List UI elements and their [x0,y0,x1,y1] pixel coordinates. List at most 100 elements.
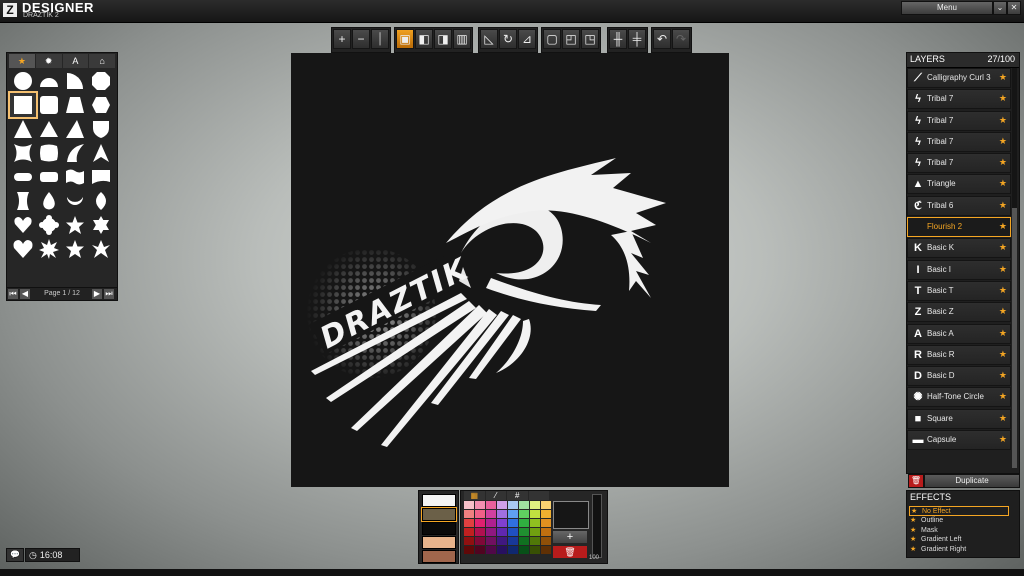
layer-row[interactable]: R Basic R ★ [907,344,1011,365]
palette-color[interactable] [497,528,507,536]
rotate-icon[interactable]: ↻ [499,29,517,49]
arrow-up-shape[interactable] [88,141,114,165]
redo-icon[interactable]: ↷ [672,29,690,49]
favorite-star-icon[interactable]: ★ [999,349,1007,360]
palette-color[interactable] [508,519,518,527]
palette-color[interactable] [497,537,507,545]
palette-color[interactable] [508,537,518,545]
swatch-black[interactable] [422,522,456,535]
flag-shape[interactable] [62,165,88,189]
crescent-shape[interactable] [62,189,88,213]
swatch-skin[interactable] [422,536,456,549]
capsule-shape[interactable] [10,165,36,189]
star-of-david-shape[interactable] [88,213,114,237]
palette-color[interactable] [464,510,474,518]
rounded-square-shape[interactable] [36,93,62,117]
circle-shape[interactable] [10,69,36,93]
palette-color[interactable] [541,528,551,536]
layer-row[interactable]: D Basic D ★ [907,366,1011,387]
hourglass-shape[interactable] [10,189,36,213]
heart-shape[interactable] [10,213,36,237]
palette-color[interactable] [519,510,529,518]
design-canvas[interactable]: DRAZTIK [291,53,729,487]
effect-item[interactable]: ★ Mask [909,526,1009,536]
pillow-shape[interactable] [36,141,62,165]
opacity-slider[interactable] [592,494,602,558]
wave-flag-shape[interactable] [88,165,114,189]
layer-row[interactable]: Flourish 2 ★ [907,217,1011,238]
bar-icon[interactable]: ⏐ [371,29,389,49]
palette-color[interactable] [519,546,529,554]
palette-color[interactable] [486,510,496,518]
right-triangle-shape[interactable] [62,117,88,141]
duplicate-button[interactable]: Duplicate [924,474,1020,488]
palette-color[interactable] [486,501,496,509]
palette-color[interactable] [508,546,518,554]
layer-row[interactable]: ▲ Triangle ★ [907,174,1011,195]
palette-color[interactable] [475,537,485,545]
layers-scroll-thumb[interactable] [1012,208,1017,468]
favorite-star-icon[interactable]: ★ [999,242,1007,253]
palette-color[interactable] [541,519,551,527]
layer-row[interactable]: Z Basic Z ★ [907,302,1011,323]
favorite-star-icon[interactable]: ★ [999,434,1007,445]
delete-color-button[interactable]: 🗑 [553,546,587,558]
layer-row[interactable]: T Basic T ★ [907,280,1011,301]
palette-color[interactable] [464,537,474,545]
prev-page-icon[interactable]: ◀ [20,289,30,299]
favorite-star-icon[interactable]: ★ [999,306,1007,317]
close-icon[interactable]: ✕ [1007,1,1021,15]
plus-icon[interactable]: + [333,29,351,49]
curve-shape[interactable] [62,141,88,165]
favorite-star-icon[interactable]: ★ [999,200,1007,211]
palette-color[interactable] [519,519,529,527]
perspective-icon[interactable]: ⊿ [518,29,536,49]
palette-color[interactable] [519,537,529,545]
effect-item[interactable]: ★ No Effect [909,506,1009,516]
layer-row[interactable]: ✺ Half-Tone Circle ★ [907,387,1011,408]
palette-color[interactable] [497,501,507,509]
favorite-star-icon[interactable]: ★ [999,136,1007,147]
palette-color[interactable] [530,519,540,527]
concave-star-shape[interactable] [10,141,36,165]
palette-color[interactable] [519,501,529,509]
drop-shape[interactable] [36,189,62,213]
flower-shape[interactable] [36,213,62,237]
layer-row[interactable]: ϟ Tribal 7 ★ [907,131,1011,152]
layer-row[interactable]: ϟ Tribal 7 ★ [907,153,1011,174]
layer-row[interactable]: ϟ Tribal 7 ★ [907,89,1011,110]
lens-shape[interactable] [88,189,114,213]
favorite-star-icon[interactable]: ★ [999,328,1007,339]
palette-tab-hex[interactable]: # [507,491,528,500]
flip-vertical-icon[interactable]: ╪ [628,29,646,49]
layer-back-icon[interactable]: ◨ [434,29,452,49]
palette-color[interactable] [475,510,485,518]
palette-color[interactable] [464,501,474,509]
flip-horizontal-icon[interactable]: ╫ [609,29,627,49]
star-shape[interactable] [62,213,88,237]
palette-color[interactable] [530,510,540,518]
tab-favorites[interactable]: ★ [9,54,35,68]
palette-color[interactable] [486,528,496,536]
tab-ornaments[interactable]: ✹ [35,54,62,68]
palette-color[interactable] [464,546,474,554]
palette-color[interactable] [508,501,518,509]
effect-item[interactable]: ★ Outline [909,516,1009,526]
swatch-white[interactable] [422,494,456,507]
last-page-icon[interactable]: ⏭ [104,289,114,299]
favorite-star-icon[interactable]: ★ [999,72,1007,83]
octagon-shape[interactable] [88,69,114,93]
palette-color[interactable] [508,510,518,518]
favorite-star-icon[interactable]: ★ [999,264,1007,275]
palette-color[interactable] [497,510,507,518]
palette-color[interactable] [486,546,496,554]
minus-icon[interactable]: − [352,29,370,49]
align-center-icon[interactable]: ▢ [543,29,561,49]
shield-shape[interactable] [88,117,114,141]
favorite-star-icon[interactable]: ★ [999,221,1007,232]
layer-split-icon[interactable]: ▥ [453,29,471,49]
palette-color[interactable] [508,528,518,536]
layer-row[interactable]: ℭ Tribal 6 ★ [907,195,1011,216]
favorite-star-icon[interactable]: ★ [999,370,1007,381]
banner-shape[interactable] [36,165,62,189]
